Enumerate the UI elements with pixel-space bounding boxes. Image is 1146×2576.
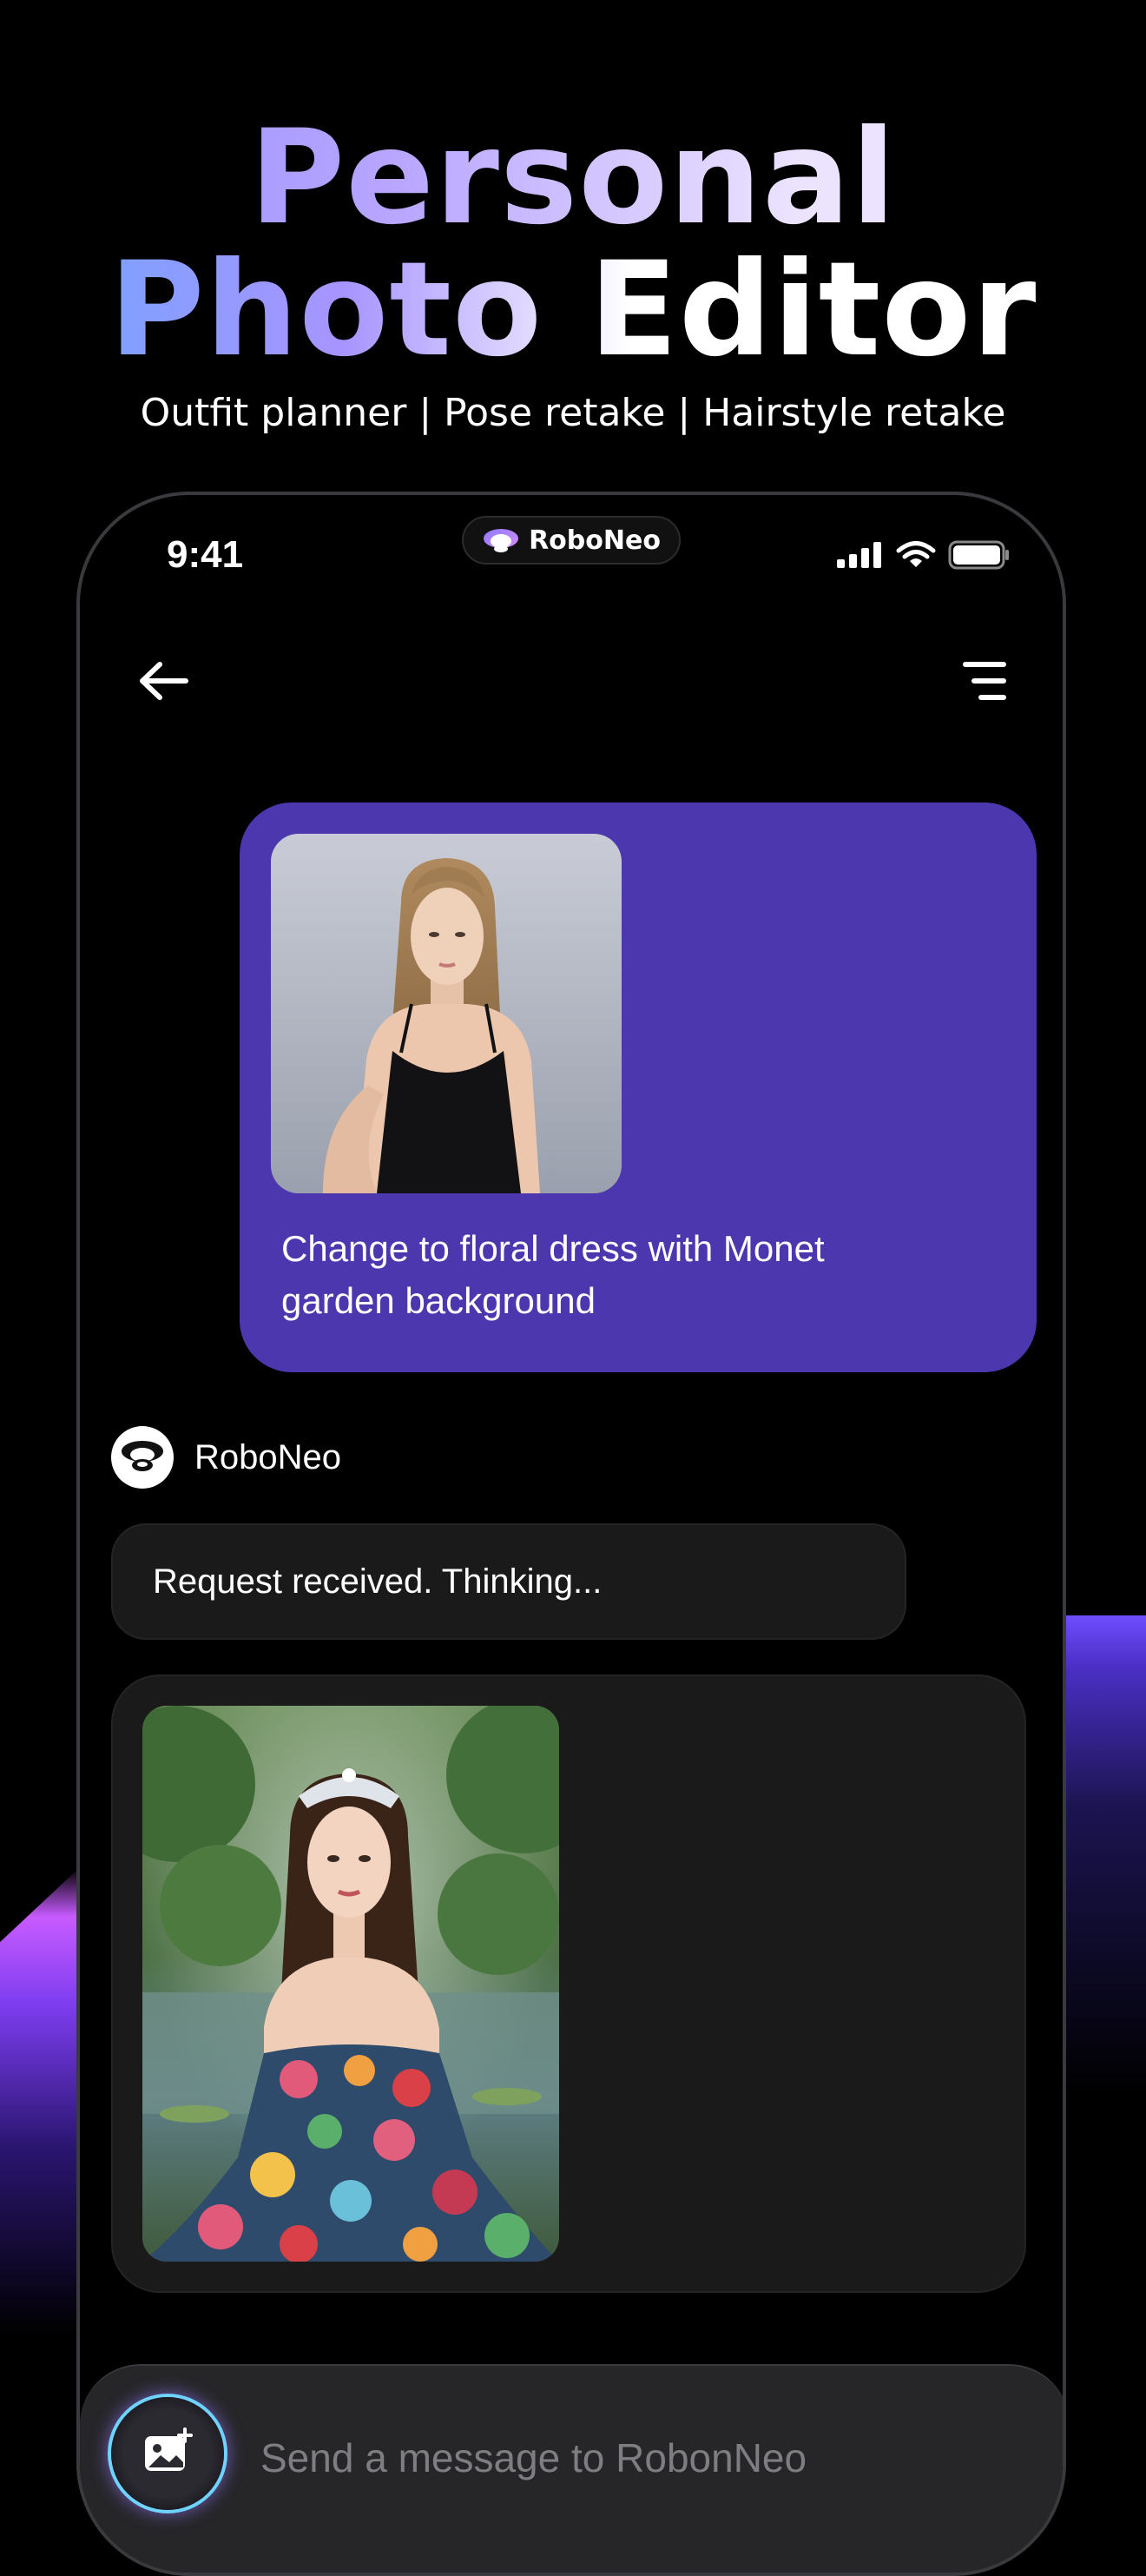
signal-icon	[837, 542, 884, 572]
menu-button[interactable]	[950, 648, 1019, 717]
battery-icon	[948, 540, 1011, 574]
generated-result-photo[interactable]	[142, 1706, 559, 2262]
promo-subtitle: Outfit planner | Pose retake | Hairstyle…	[140, 391, 1006, 435]
wifi-icon	[896, 541, 936, 573]
message-composer	[80, 2364, 1063, 2573]
arrow-left-icon	[137, 659, 189, 707]
user-uploaded-photo[interactable]	[271, 834, 622, 1193]
message-input[interactable]	[259, 2427, 957, 2489]
background-glow-right	[1064, 1615, 1146, 2491]
bot-status-bubble: Request received. Thinking...	[111, 1523, 906, 1640]
status-icons	[837, 540, 1011, 574]
headline-line-2: Photo Editor	[0, 245, 1146, 375]
status-time: 9:41	[167, 533, 244, 576]
bot-header: RoboNeo	[111, 1426, 341, 1489]
island-brand-label: RoboNeo	[529, 525, 661, 556]
image-plus-icon	[142, 2427, 194, 2480]
user-message-bubble: Change to floral dress with Monet garden…	[240, 803, 1037, 1372]
bot-status-text: Request received. Thinking...	[153, 1562, 603, 1601]
dynamic-island: RoboNeo	[462, 516, 681, 565]
back-button[interactable]	[128, 648, 198, 717]
menu-icon	[962, 659, 1007, 707]
bot-result-bubble	[111, 1674, 1026, 2293]
bot-avatar	[111, 1426, 174, 1489]
phone-frame: 9:41 RoboNeo Change to floral dress with…	[76, 492, 1066, 2576]
headline-line-1: Personal	[0, 113, 1146, 243]
background-glow-left	[0, 1867, 80, 2491]
bot-name: RoboNeo	[194, 1437, 342, 1476]
user-message-text: Change to floral dress with Monet garden…	[281, 1228, 825, 1321]
roboneo-logo-icon	[482, 527, 520, 553]
promo-headline: Personal Photo Editor	[0, 113, 1146, 375]
roboneo-avatar-icon	[120, 1438, 165, 1477]
image-upload-button[interactable]	[111, 2397, 224, 2510]
